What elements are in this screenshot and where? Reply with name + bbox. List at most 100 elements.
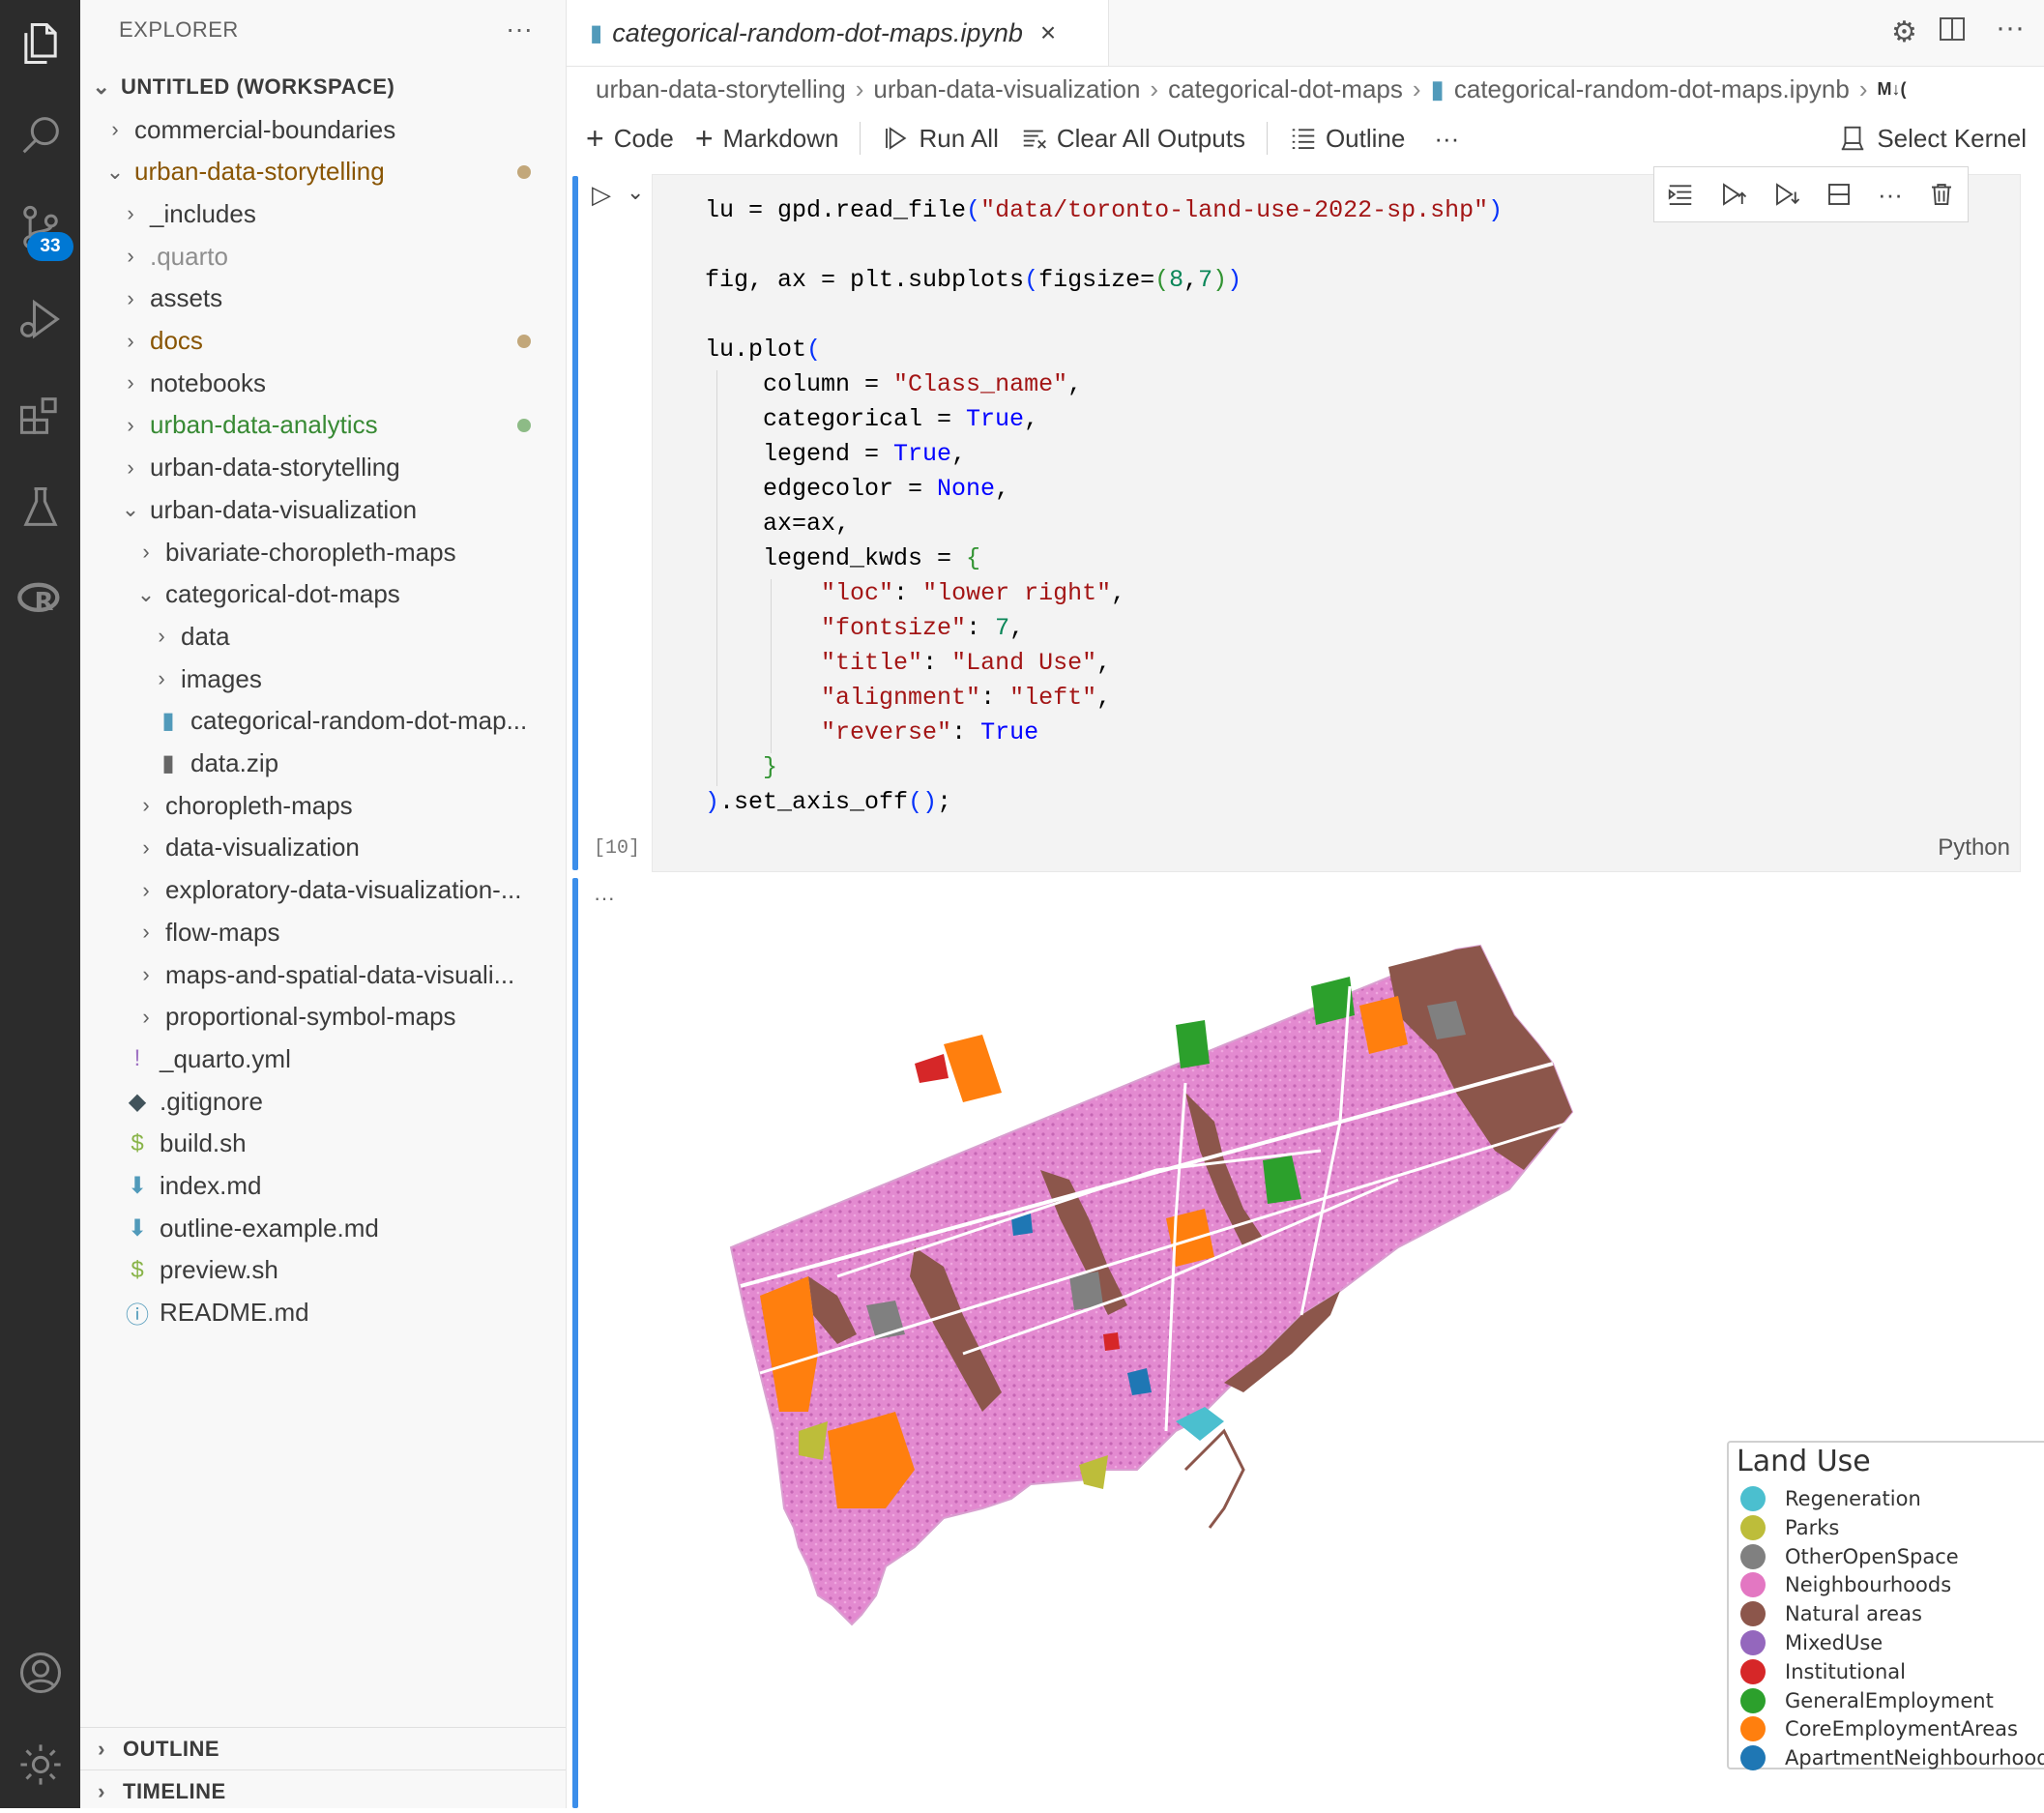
- account-icon[interactable]: [0, 1639, 80, 1707]
- extensions-icon[interactable]: [0, 382, 80, 450]
- cell-more-icon[interactable]: ···: [1878, 180, 1903, 210]
- run-below-icon[interactable]: [1772, 180, 1801, 209]
- breadcrumb-item[interactable]: categorical-dot-maps: [1168, 74, 1403, 104]
- settings-gear-icon[interactable]: [0, 1731, 80, 1798]
- tree-item[interactable]: › maps-and-spatial-data-visuali...: [80, 953, 566, 996]
- code-line: lu.plot(: [705, 336, 822, 364]
- add-markdown-label: Markdown: [722, 123, 839, 153]
- tree-item[interactable]: › data-visualization: [80, 827, 566, 869]
- info-file-icon: ⓘ: [126, 1302, 149, 1330]
- execute-above-icon[interactable]: [1666, 180, 1695, 209]
- code-cell-editor[interactable]: lu = gpd.read_file("data/toronto-land-us…: [652, 174, 2021, 872]
- breadcrumb-tail[interactable]: M↓(: [1878, 79, 1907, 100]
- close-icon[interactable]: ×: [1040, 17, 1056, 48]
- run-all-button[interactable]: Run All: [882, 124, 999, 154]
- tree-item[interactable]: ◆ .gitignore: [80, 1080, 566, 1123]
- search-icon[interactable]: [0, 102, 80, 169]
- cell-focus-indicator: [572, 176, 578, 870]
- tree-item-label: preview.sh: [160, 1255, 278, 1285]
- plus-icon: +: [694, 120, 714, 156]
- explorer-more-icon[interactable]: ···: [506, 14, 533, 44]
- code-line: legend = True,: [705, 440, 967, 468]
- testing-icon[interactable]: [0, 474, 80, 541]
- kernel-icon: [1842, 126, 1864, 151]
- breadcrumb-item[interactable]: categorical-random-dot-maps.ipynb: [1454, 74, 1850, 104]
- outline-button[interactable]: Outline: [1289, 124, 1405, 154]
- list-icon: [1292, 129, 1315, 149]
- cell-toolbar: ···: [1653, 166, 1969, 222]
- tree-item[interactable]: ⬇ outline-example.md: [80, 1207, 566, 1249]
- chevron-right-icon: ›: [142, 962, 150, 986]
- tree-item-label: _quarto.yml: [160, 1043, 291, 1073]
- workspace-root[interactable]: ⌄ UNTITLED (WORKSPACE): [80, 66, 566, 108]
- tree-item-label: urban-data-analytics: [150, 410, 378, 440]
- tree-item[interactable]: ⬇ index.md: [80, 1165, 566, 1208]
- tree-item[interactable]: › exploratory-data-visualization-...: [80, 869, 566, 912]
- split-cell-icon[interactable]: [1825, 180, 1854, 209]
- chevron-down-icon: ⌄: [136, 581, 156, 606]
- tree-item-label: maps-and-spatial-data-visuali...: [165, 959, 515, 989]
- split-editor-icon[interactable]: [1940, 17, 1965, 41]
- tree-item[interactable]: › notebooks: [80, 362, 566, 404]
- tree-item[interactable]: › data: [80, 615, 566, 658]
- tree-item[interactable]: ▮ data.zip: [80, 743, 566, 785]
- tree-item[interactable]: › .quarto: [80, 235, 566, 278]
- tree-item[interactable]: ▮ categorical-random-dot-map...: [80, 700, 566, 743]
- chevron-right-icon: ›: [142, 834, 150, 860]
- settings-icon[interactable]: ⚙: [1891, 15, 1917, 49]
- select-kernel-button[interactable]: Select Kernel: [1838, 124, 2027, 154]
- tree-item[interactable]: ⌄ categorical-dot-maps: [80, 573, 566, 616]
- run-cell-icon[interactable]: ▷: [592, 180, 611, 210]
- explorer-icon[interactable]: [0, 10, 80, 77]
- modified-indicator: [517, 164, 531, 179]
- explorer-header: EXPLORER: [119, 17, 239, 42]
- output-more-icon[interactable]: ···: [594, 886, 615, 911]
- chevron-right-icon: ›: [142, 920, 150, 945]
- other-open-space: [1069, 1272, 1103, 1310]
- tree-item[interactable]: ⓘ README.md: [80, 1292, 566, 1334]
- tree-item[interactable]: ⌄ urban-data-visualization: [80, 488, 566, 531]
- tree-item[interactable]: › urban-data-storytelling: [80, 447, 566, 489]
- tree-item[interactable]: › bivariate-choropleth-maps: [80, 531, 566, 573]
- tree-item-label: outline-example.md: [160, 1213, 379, 1243]
- add-code-button[interactable]: + Code: [586, 121, 674, 157]
- tree-item[interactable]: $ build.sh: [80, 1123, 566, 1165]
- delete-icon[interactable]: [1927, 180, 1956, 209]
- cell-language[interactable]: Python: [1938, 834, 2010, 862]
- legend-entry: OtherOpenSpace: [1740, 1543, 1959, 1570]
- code-line: fig, ax = plt.subplots(figsize=(8,7)): [705, 266, 1242, 294]
- tree-item-label: urban-data-visualization: [150, 494, 418, 524]
- tree-item[interactable]: › assets: [80, 278, 566, 320]
- add-markdown-button[interactable]: + Markdown: [695, 121, 839, 157]
- tree-item[interactable]: › urban-data-analytics: [80, 404, 566, 447]
- timeline-section[interactable]: › TIMELINE: [80, 1769, 566, 1813]
- add-code-label: Code: [613, 123, 674, 153]
- r-icon[interactable]: R: [0, 566, 80, 633]
- breadcrumb-item[interactable]: urban-data-visualization: [873, 74, 1140, 104]
- tree-item[interactable]: $ preview.sh: [80, 1249, 566, 1292]
- tree-item[interactable]: › docs: [80, 320, 566, 363]
- toolbar-more-button[interactable]: ···: [1434, 124, 1459, 154]
- outline-section[interactable]: › OUTLINE: [80, 1727, 566, 1770]
- chevron-right-icon: ›: [1150, 73, 1159, 103]
- chevron-right-icon: ›: [111, 117, 119, 141]
- tab-notebook[interactable]: ▮ categorical-random-dot-maps.ipynb ×: [567, 0, 1109, 66]
- tree-item[interactable]: › proportional-symbol-maps: [80, 996, 566, 1038]
- chevron-right-icon: ›: [127, 244, 134, 269]
- run-debug-icon[interactable]: [0, 285, 80, 353]
- tree-item[interactable]: › _includes: [80, 192, 566, 235]
- tree-item[interactable]: ! _quarto.yml: [80, 1038, 566, 1080]
- run-above-icon[interactable]: [1719, 180, 1748, 209]
- tree-item[interactable]: › images: [80, 658, 566, 700]
- code-line: ).set_axis_off();: [705, 788, 952, 816]
- chevron-down-icon[interactable]: ⌄: [627, 180, 644, 205]
- tree-item[interactable]: › flow-maps: [80, 911, 566, 953]
- run-all-icon: [886, 127, 907, 150]
- tree-item[interactable]: › commercial-boundaries: [80, 108, 566, 151]
- tree-item[interactable]: › choropleth-maps: [80, 784, 566, 827]
- breadcrumb-item[interactable]: urban-data-storytelling: [596, 74, 846, 104]
- clear-outputs-button[interactable]: Clear All Outputs: [1020, 124, 1245, 154]
- tree-item[interactable]: ⌄ urban-data-storytelling: [80, 151, 566, 193]
- code-line: "alignment": "left",: [821, 684, 1112, 712]
- more-actions-icon[interactable]: ···: [1996, 12, 2025, 44]
